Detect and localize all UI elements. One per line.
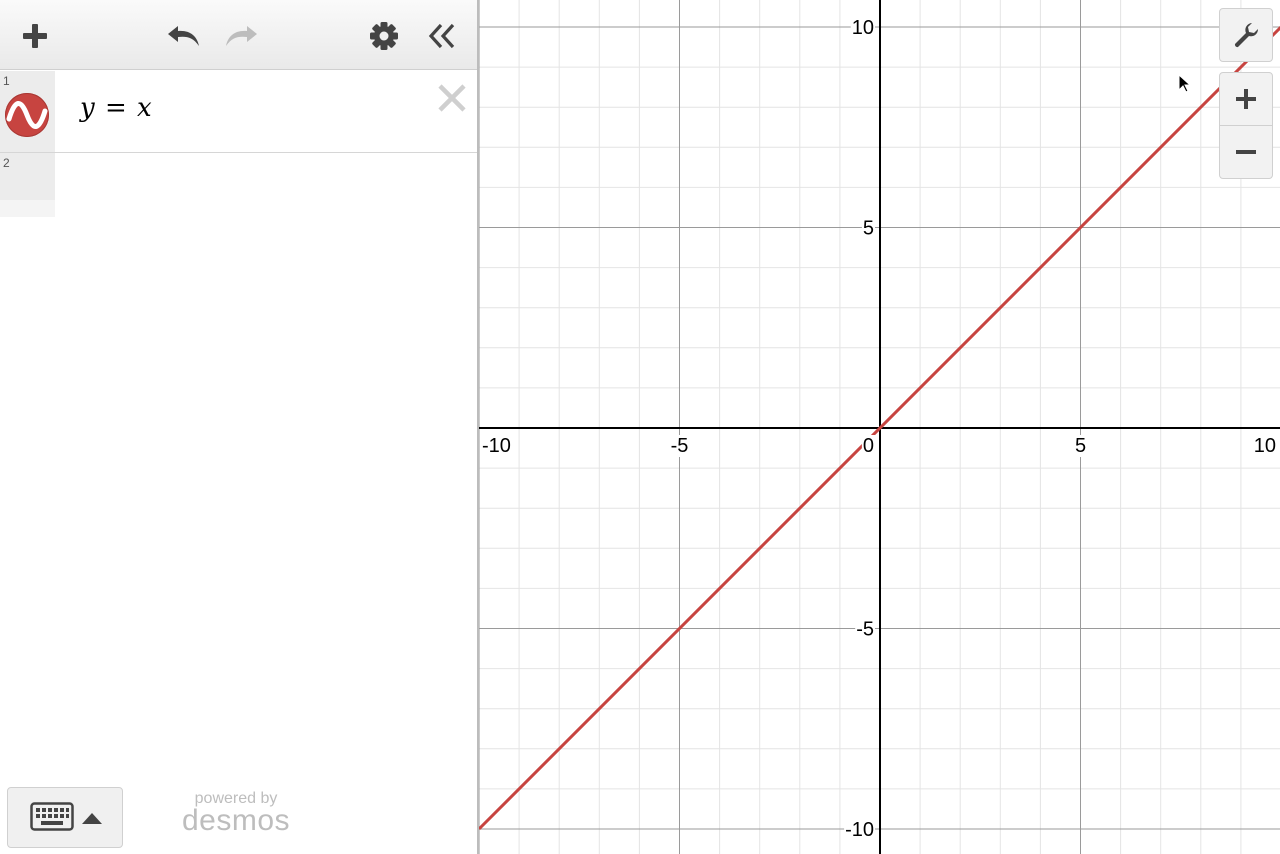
graph-color-toggle[interactable] [5, 93, 49, 137]
y-tick-label: -5 [856, 619, 874, 641]
expression-panel: 1 y = x 2 powered by desmos [0, 0, 477, 854]
plus-icon [23, 24, 47, 48]
settings-button[interactable] [364, 16, 404, 56]
expression-input[interactable]: y = x [80, 93, 153, 123]
undo-button[interactable] [164, 16, 204, 56]
expression-gutter: 2 [0, 153, 55, 200]
close-icon[interactable] [436, 82, 468, 114]
expression-list: 1 y = x 2 [0, 71, 477, 217]
y-tick-label: -10 [845, 819, 874, 841]
keyboard-toggle-button[interactable] [7, 787, 123, 848]
x-tick-label: 5 [1075, 435, 1086, 457]
keyboard-icon [30, 802, 74, 831]
plus-icon [1236, 89, 1256, 109]
add-item-button[interactable] [15, 16, 55, 56]
expression-index: 1 [3, 74, 10, 88]
double-chevron-left-icon [428, 23, 455, 49]
sine-wave-icon [6, 101, 48, 129]
expression-row-empty[interactable]: 2 [0, 153, 477, 217]
zoom-in-button[interactable] [1219, 72, 1273, 126]
expression-gutter: 1 [0, 71, 55, 152]
wrench-icon [1234, 23, 1259, 48]
redo-button[interactable] [221, 16, 261, 56]
expression-row[interactable]: 1 y = x [0, 71, 477, 153]
x-tick-label: 10 [1254, 435, 1276, 457]
x-tick-label: -5 [671, 435, 689, 457]
desmos-logo: desmos [181, 804, 291, 837]
undo-icon [168, 26, 199, 46]
powered-by-desmos[interactable]: powered by desmos [178, 790, 298, 838]
graph-canvas[interactable]: -10 -5 0 5 10 10 5 -5 -10 [479, 0, 1280, 854]
expression-toolbar [0, 0, 477, 70]
mouse-cursor-icon [1178, 74, 1192, 93]
redo-icon [226, 26, 257, 46]
caret-up-icon [82, 813, 102, 824]
y-tick-label: 5 [863, 218, 874, 240]
graph-settings-button[interactable] [1219, 8, 1273, 62]
zoom-out-button[interactable] [1219, 125, 1273, 179]
minus-icon [1236, 150, 1256, 154]
collapse-panel-button[interactable] [422, 16, 462, 56]
x-tick-label: -10 [482, 435, 511, 457]
x-tick-label: 0 [863, 435, 874, 457]
expression-index: 2 [3, 156, 10, 170]
y-tick-label: 10 [852, 17, 874, 39]
gear-icon [370, 22, 398, 50]
